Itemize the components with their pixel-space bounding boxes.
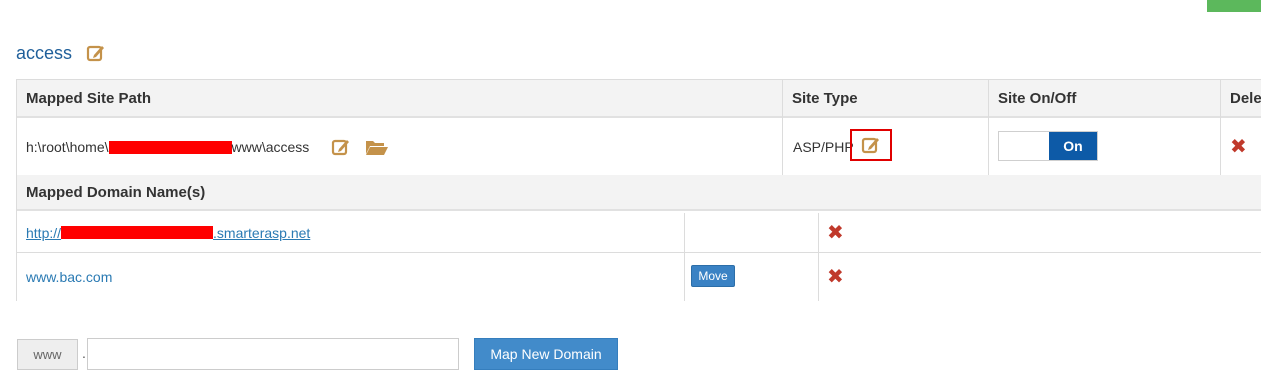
- site-title: access: [16, 42, 73, 63]
- divider: [684, 213, 685, 301]
- col-header-site-type: Site Type: [783, 80, 989, 118]
- redacted-block: [61, 226, 214, 239]
- edit-site-title-icon[interactable]: [86, 43, 106, 63]
- delete-icon[interactable]: ✖: [1230, 137, 1247, 157]
- edit-path-icon[interactable]: [331, 137, 351, 157]
- map-new-domain-button[interactable]: Map New Domain: [474, 338, 618, 370]
- domain-row-1: http:// .smarterasp.net: [26, 213, 310, 252]
- site-path-suffix: www\access: [231, 139, 310, 155]
- toggle-on-label: On: [1049, 132, 1097, 160]
- delete-domain-1-button[interactable]: ✖: [827, 213, 844, 252]
- domain-row-2: www.bac.com: [26, 253, 112, 301]
- col-header-mapped-site-path: Mapped Site Path: [17, 80, 783, 118]
- site-path-cell: h:\root\home\ www\access: [26, 119, 766, 175]
- new-domain-input[interactable]: [87, 338, 459, 370]
- divider: [17, 252, 1261, 253]
- move-domain-button[interactable]: Move: [691, 265, 735, 287]
- www-prefix-label: www: [17, 339, 78, 370]
- delete-site-button[interactable]: ✖: [1230, 119, 1247, 175]
- mapped-domains-header: Mapped Domain Name(s): [17, 175, 1261, 211]
- site-title-row: access: [16, 40, 106, 66]
- site-type-value: ASP/PHP: [793, 139, 854, 155]
- site-onoff-toggle[interactable]: On: [998, 131, 1098, 161]
- site-mapping-table: Mapped Site Path Site Type Site On/Off D…: [16, 79, 1261, 301]
- site-type-cell: ASP/PHP: [793, 119, 854, 175]
- col-header-site-onoff: Site On/Off: [989, 80, 1221, 118]
- domain-separator: .: [82, 345, 86, 361]
- highlight-box: [850, 129, 892, 161]
- delete-icon[interactable]: ✖: [827, 267, 844, 287]
- domain-link-prefix[interactable]: http://: [26, 225, 61, 241]
- divider: [1220, 80, 1221, 175]
- domain-link-suffix[interactable]: .smarterasp.net: [213, 225, 310, 241]
- divider: [782, 80, 783, 175]
- domain-link[interactable]: www.bac.com: [26, 269, 112, 285]
- divider: [988, 80, 989, 175]
- redacted-block: [108, 140, 232, 154]
- delete-icon[interactable]: ✖: [827, 223, 844, 243]
- site-path-prefix: h:\root\home\: [26, 139, 109, 155]
- col-header-delete: Dele: [1221, 80, 1261, 118]
- folder-icon[interactable]: [365, 138, 389, 156]
- divider: [818, 213, 819, 301]
- top-right-tab[interactable]: [1207, 0, 1261, 12]
- delete-domain-2-button[interactable]: ✖: [827, 253, 844, 301]
